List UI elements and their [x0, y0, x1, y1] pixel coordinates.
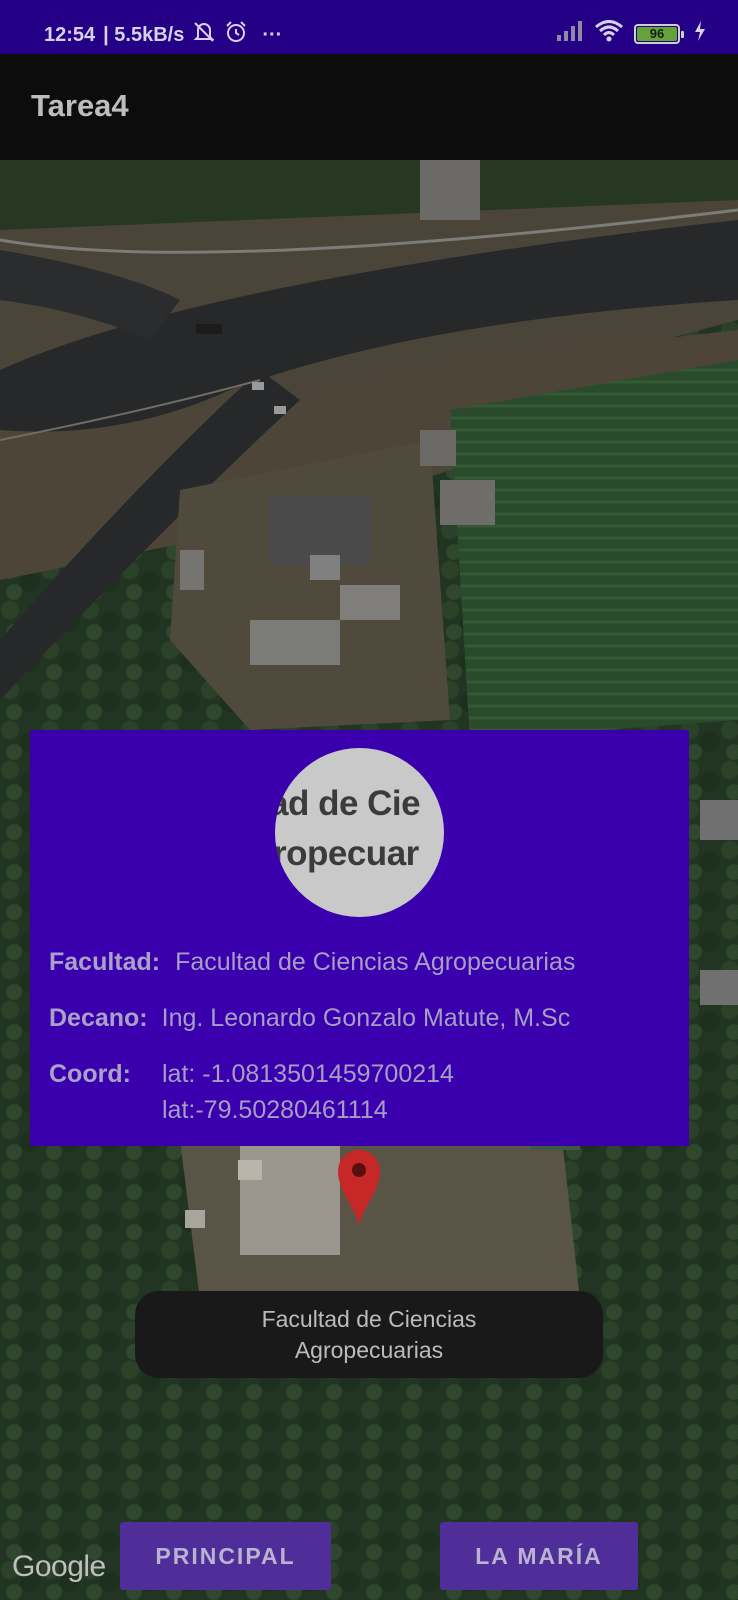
facultad-label: Facultad: — [49, 948, 161, 976]
status-net-speed: | 5.5kB/s — [103, 23, 185, 46]
coord-row: Coord: lat: -1.0813501459700214 — [49, 1060, 454, 1089]
alarm-icon — [224, 20, 248, 50]
facultad-row: Facultad: Facultad de Ciencias Agropecuar… — [49, 948, 575, 977]
charging-icon — [694, 21, 706, 47]
status-bar: 12:54 | 5.5kB/s ··· 96 — [0, 0, 738, 54]
decano-value: Ing. Leonardo Gonzalo Matute, M.Sc — [161, 1004, 571, 1032]
toast-text: Facultad de Ciencias Agropecuarias — [261, 1305, 477, 1363]
logo-text-line2: ropecuar — [275, 834, 419, 873]
toast-message: Facultad de Ciencias Agropecuarias — [135, 1291, 603, 1378]
principal-button[interactable]: PRINCIPAL — [120, 1522, 331, 1590]
app-bar: Tarea4 — [0, 54, 738, 160]
signal-icon — [556, 21, 584, 47]
marker-info-window[interactable]: ad de Cie ropecuar Facultad: Facultad de … — [30, 730, 689, 1146]
bell-muted-icon — [192, 21, 216, 49]
decano-row: Decano: Ing. Leonardo Gonzalo Matute, M.S… — [49, 1004, 570, 1033]
status-time: 12:54 — [44, 23, 96, 46]
coord-lng-value: lat:-79.50280461114 — [162, 1096, 388, 1124]
status-right: 96 — [556, 20, 706, 48]
logo-text-line1: ad de Cie — [275, 784, 421, 823]
battery-level: 96 — [637, 27, 677, 41]
battery-icon: 96 — [634, 24, 684, 44]
decano-label: Decano: — [49, 1004, 148, 1032]
app-title: Tarea4 — [31, 88, 129, 123]
coord-label: Coord: — [49, 1060, 131, 1088]
status-left: 12:54 | 5.5kB/s ··· — [44, 20, 282, 50]
facultad-value: Facultad de Ciencias Agropecuarias — [175, 948, 576, 976]
status-more-icon: ··· — [262, 23, 283, 46]
faculty-logo: ad de Cie ropecuar — [275, 748, 444, 917]
la-maria-button[interactable]: LA MARÍA — [440, 1522, 638, 1590]
map-marker-pin-icon[interactable] — [336, 1146, 382, 1226]
google-logo: Google — [12, 1550, 106, 1583]
coord-lat-value: lat: -1.0813501459700214 — [162, 1060, 454, 1088]
wifi-icon — [594, 20, 624, 48]
